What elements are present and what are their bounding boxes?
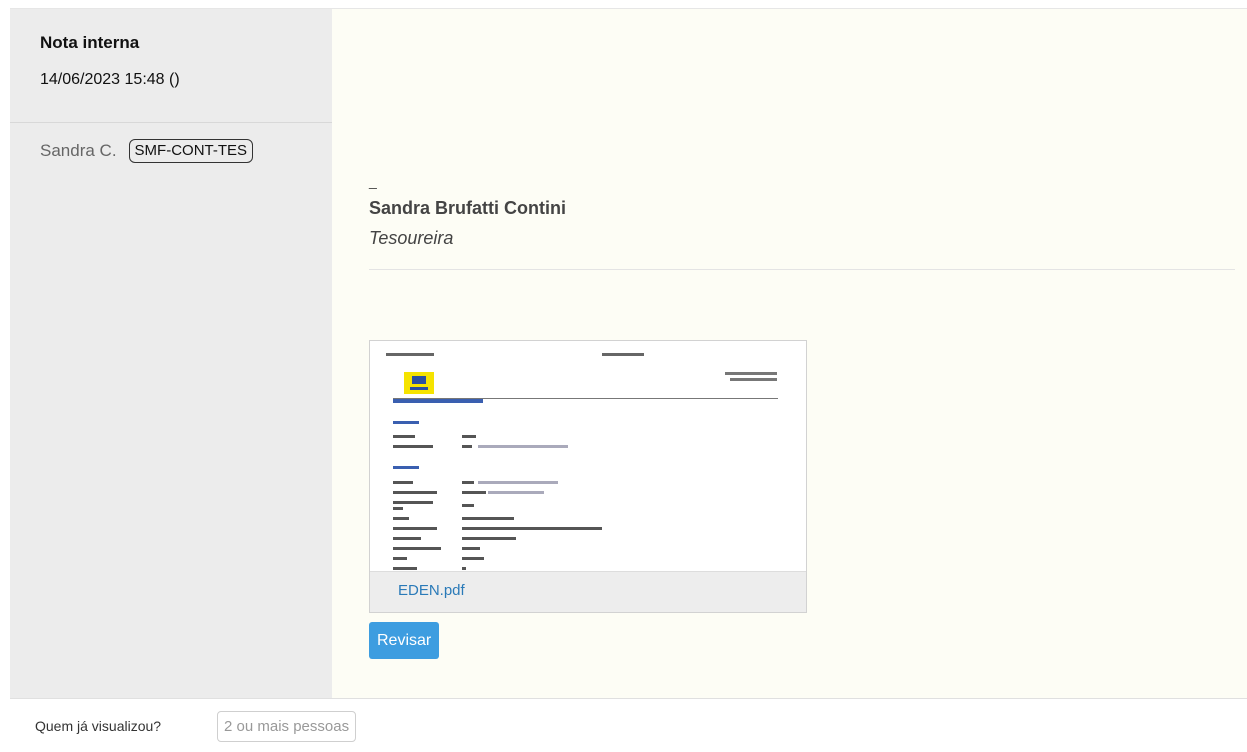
signature-name: Sandra Brufatti Contini: [369, 198, 566, 218]
note-title: Nota interna: [40, 33, 140, 52]
attachment-footer: EDEN.pdf: [370, 571, 806, 612]
viewed-by-button[interactable]: 2 ou mais pessoas: [217, 711, 357, 742]
note-header: Nota interna 14/06/2023 15:48 (): [10, 9, 332, 123]
department-badge: SMF-CONT-TES: [128, 139, 254, 163]
note-datetime: 14/06/2023 15:48 (): [40, 71, 180, 88]
email-signature: _ Sandra Brufatti Contini Tesoureira: [369, 174, 1235, 270]
signature-separator: _: [369, 173, 377, 189]
viewed-by-question: Quem já visualizou?: [35, 718, 162, 734]
signature-role: Tesoureira: [369, 228, 454, 248]
note-footer: Quem já visualizou? 2 ou mais pessoas: [10, 698, 1247, 752]
internal-note: Nota interna 14/06/2023 15:48 () Sandra …: [10, 8, 1247, 699]
author-row: Sandra C. SMF-CONT-TES: [10, 123, 332, 163]
review-button[interactable]: Revisar: [369, 622, 440, 659]
attachment-filename-link[interactable]: EDEN.pdf: [398, 582, 465, 599]
pdf-thumbnail-image[interactable]: [370, 341, 806, 571]
note-sidebar: Nota interna 14/06/2023 15:48 () Sandra …: [10, 9, 332, 699]
author-name: Sandra C.: [40, 141, 117, 160]
attachment-card[interactable]: EDEN.pdf: [369, 340, 807, 613]
note-content: _ Sandra Brufatti Contini Tesoureira EDE…: [332, 9, 1247, 699]
